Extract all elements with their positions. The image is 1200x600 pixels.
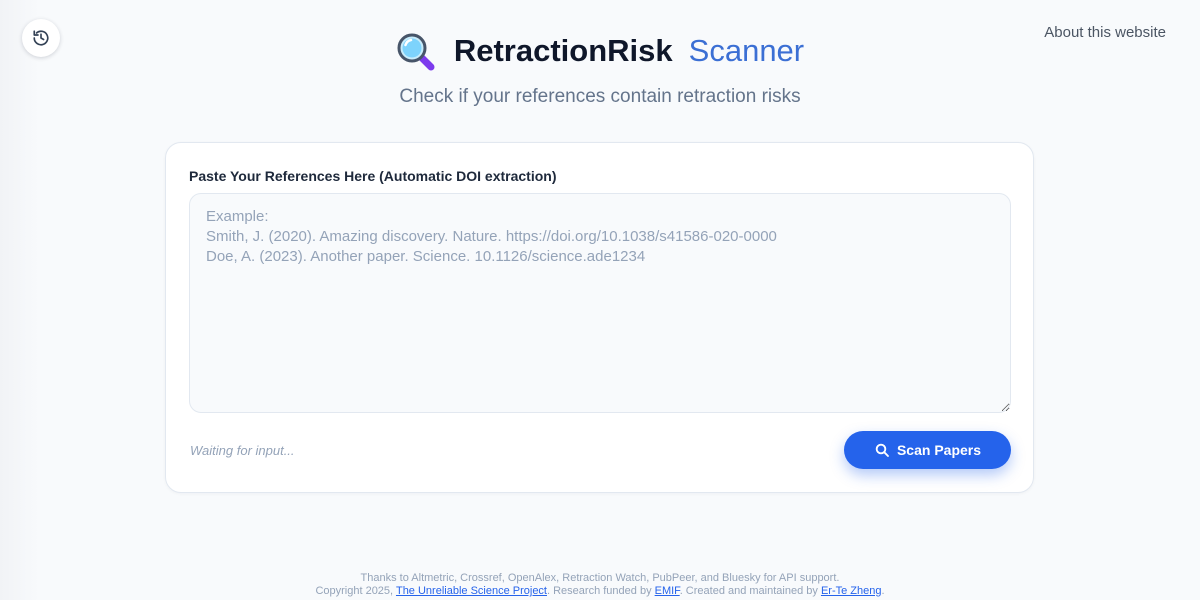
copyright-text: Copyright 2025,	[315, 585, 396, 597]
references-card: Paste Your References Here (Automatic DO…	[165, 142, 1034, 493]
author-link[interactable]: Er-Te Zheng	[821, 585, 882, 597]
page-title: RetractionRisk	[453, 33, 673, 68]
footer-credits: Copyright 2025, The Unreliable Science P…	[0, 585, 1200, 598]
footer-suffix: .	[881, 585, 885, 597]
search-icon	[874, 442, 890, 458]
references-input[interactable]	[189, 193, 1011, 413]
status-text: Waiting for input...	[190, 443, 295, 458]
magnifying-glass-icon	[397, 33, 435, 71]
scan-papers-button[interactable]: Scan Papers	[844, 431, 1011, 469]
scan-papers-label: Scan Papers	[896, 442, 982, 458]
created-text: . Created and maintained by	[679, 585, 821, 597]
page-subtitle: Check if your references contain retract…	[399, 86, 801, 107]
page-header: RetractionRisk Scanner	[0, 30, 1200, 72]
funded-text: . Research funded by	[547, 585, 655, 597]
footer: Thanks to Altmetric, Crossref, OpenAlex,…	[0, 572, 1200, 598]
funder-link[interactable]: EMIF	[655, 585, 680, 597]
page-title-accent: Scanner	[688, 33, 805, 68]
project-link[interactable]: The Unreliable Science Project	[396, 585, 547, 597]
footer-thanks: Thanks to Altmetric, Crossref, OpenAlex,…	[360, 572, 840, 584]
references-label: Paste Your References Here (Automatic DO…	[189, 168, 557, 184]
